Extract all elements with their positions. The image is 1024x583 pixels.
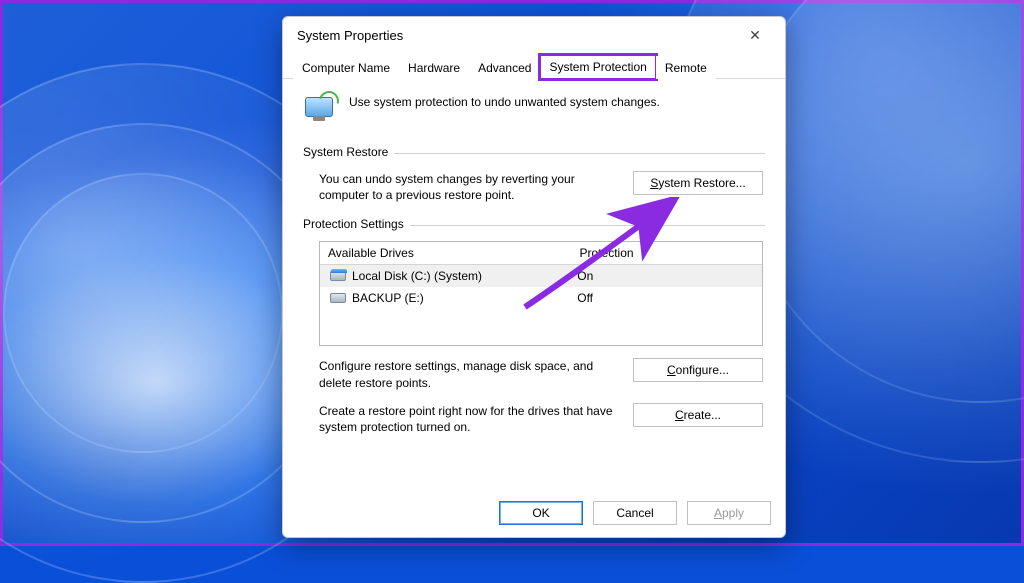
drives-header: Available Drives Protection xyxy=(320,242,762,265)
restore-description: You can undo system changes by reverting… xyxy=(319,171,615,203)
col-available-drives[interactable]: Available Drives xyxy=(320,242,572,264)
drive-row[interactable]: Local Disk (C:) (System) On xyxy=(320,265,762,287)
tab-remote[interactable]: Remote xyxy=(656,56,716,79)
col-protection[interactable]: Protection xyxy=(572,242,762,264)
configure-description: Configure restore settings, manage disk … xyxy=(319,358,615,390)
dialog-footer: OK Cancel Apply xyxy=(283,493,785,537)
drive-protection: Off xyxy=(569,289,758,307)
configure-button[interactable]: Configure... xyxy=(633,358,763,382)
tab-content: Use system protection to undo unwanted s… xyxy=(283,79,785,493)
intro-text: Use system protection to undo unwanted s… xyxy=(349,91,660,109)
system-protection-icon xyxy=(303,91,339,127)
system-properties-dialog: System Properties ✕ Computer Name Hardwa… xyxy=(282,16,786,538)
tab-computer-name[interactable]: Computer Name xyxy=(293,56,399,79)
drive-icon xyxy=(330,293,346,303)
titlebar[interactable]: System Properties ✕ xyxy=(283,17,785,53)
drive-row[interactable]: BACKUP (E:) Off xyxy=(320,287,762,309)
drive-icon xyxy=(330,271,346,281)
create-button[interactable]: Create... xyxy=(633,403,763,427)
drive-name: Local Disk (C:) (System) xyxy=(352,269,482,283)
system-restore-button[interactable]: System Restore... xyxy=(633,171,763,195)
create-description: Create a restore point right now for the… xyxy=(319,403,615,435)
tab-hardware[interactable]: Hardware xyxy=(399,56,469,79)
drives-table[interactable]: Available Drives Protection Local Disk (… xyxy=(319,241,763,346)
apply-button[interactable]: Apply xyxy=(687,501,771,525)
ok-button[interactable]: OK xyxy=(499,501,583,525)
tab-strip: Computer Name Hardware Advanced System P… xyxy=(283,53,785,79)
tab-system-protection[interactable]: System Protection xyxy=(540,55,655,79)
cancel-button[interactable]: Cancel xyxy=(593,501,677,525)
close-icon[interactable]: ✕ xyxy=(733,20,777,50)
group-system-restore: System Restore xyxy=(303,145,765,159)
drive-name: BACKUP (E:) xyxy=(352,291,424,305)
group-protection-settings: Protection Settings xyxy=(303,217,765,231)
drive-protection: On xyxy=(569,267,758,285)
window-title: System Properties xyxy=(297,28,733,43)
tab-advanced[interactable]: Advanced xyxy=(469,56,540,79)
